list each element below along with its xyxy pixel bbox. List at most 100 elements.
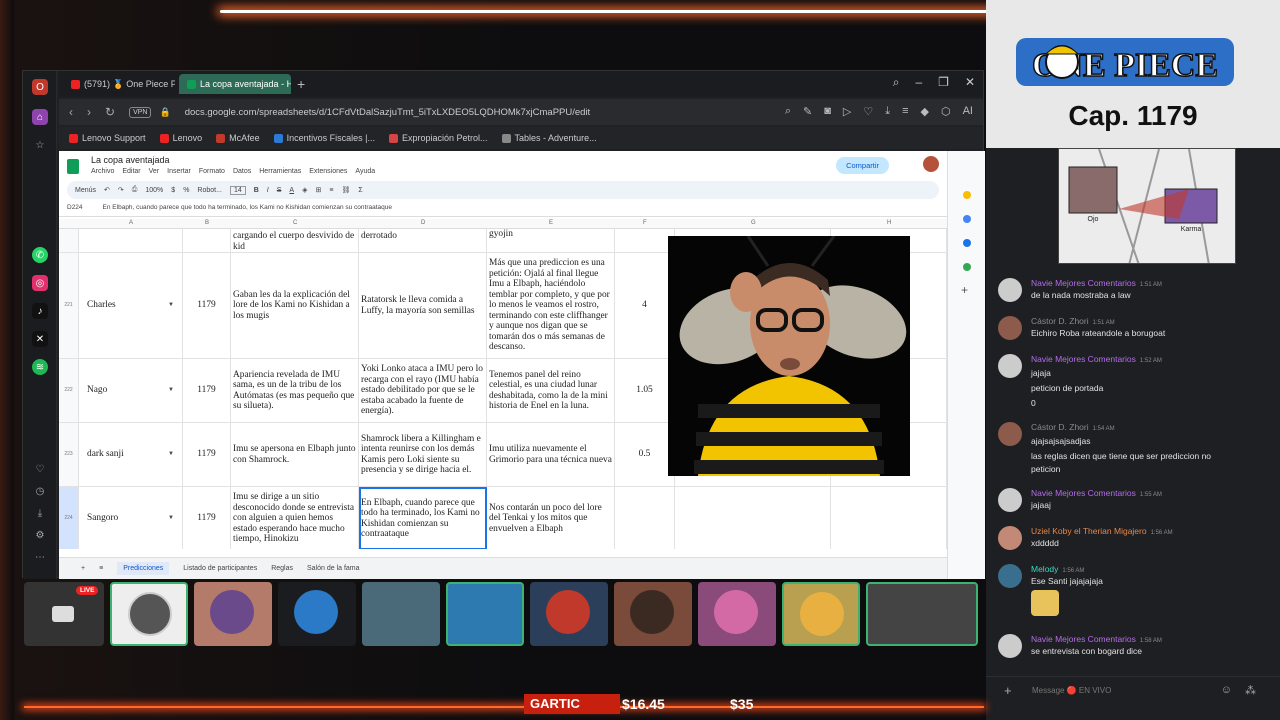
sheet-tab[interactable]: Listado de participantes xyxy=(183,565,257,572)
download-icon[interactable]: ⤓ xyxy=(885,105,890,118)
add-addon-icon[interactable]: + xyxy=(961,283,968,297)
bookmark[interactable]: McAfee xyxy=(216,133,260,143)
cam-tile[interactable] xyxy=(782,582,860,646)
bold-icon[interactable]: B xyxy=(254,187,259,194)
chapter-cell[interactable]: 1179 xyxy=(183,253,231,358)
prediction-cell[interactable]: Tenemos panel del reino celestial, es un… xyxy=(487,359,615,422)
chapter-cell[interactable]: 1179 xyxy=(183,423,231,486)
column-header[interactable]: A xyxy=(129,220,133,226)
formula-input[interactable]: En Elbaph, cuando parece que todo ha ter… xyxy=(103,204,392,211)
prediction-cell[interactable]: Imu utiliza nuevamente el Grimorio para … xyxy=(487,423,615,486)
settings-icon[interactable]: ⚙ xyxy=(32,527,48,543)
prediction-cell[interactable]: Imu se apersona en Elbaph junto con Sham… xyxy=(231,423,359,486)
redo-icon[interactable]: ↷ xyxy=(118,186,124,194)
cam-tile[interactable]: LIVE xyxy=(24,582,104,646)
score-cell[interactable]: 0.5 xyxy=(615,423,675,486)
row-number[interactable]: 224 xyxy=(59,487,79,549)
score-cell[interactable]: 1.05 xyxy=(615,359,675,422)
cam-tile[interactable] xyxy=(866,582,978,646)
all-sheets-icon[interactable]: ≡ xyxy=(99,565,103,572)
back-icon[interactable]: ‹ xyxy=(69,105,73,119)
close-button[interactable]: ✕ xyxy=(965,75,975,90)
bookmark[interactable]: Tables - Adventure... xyxy=(501,133,597,143)
row-number[interactable]: 221 xyxy=(59,253,79,358)
new-tab-button[interactable]: + xyxy=(297,76,305,92)
text-color-icon[interactable]: A xyxy=(289,187,294,194)
maps-icon[interactable] xyxy=(963,263,971,271)
cam-tile[interactable] xyxy=(614,582,692,646)
url-field[interactable]: docs.google.com/spreadsheets/d/1CFdVtDal… xyxy=(185,107,591,118)
prediction-cell[interactable]: Gaban les da la explicación del lore de … xyxy=(231,253,359,358)
cell[interactable]: cargando el cuerpo desvivido de kid xyxy=(231,229,359,252)
home-icon[interactable]: ⌂ xyxy=(32,109,48,125)
download-icon[interactable]: ⤓ xyxy=(32,505,48,521)
score-cell[interactable] xyxy=(615,487,675,549)
maximize-button[interactable]: ❐ xyxy=(938,75,949,90)
cam-tile[interactable] xyxy=(698,582,776,646)
minimize-button[interactable]: – xyxy=(915,75,922,90)
star-icon[interactable]: ☆ xyxy=(32,137,48,153)
cam-tile[interactable] xyxy=(110,582,188,646)
prediction-cell[interactable]: Ratatorsk le lleva comida a Luffy, la ma… xyxy=(359,253,487,358)
cube-icon[interactable]: ⬡ xyxy=(941,105,951,118)
column-header[interactable]: G xyxy=(751,220,756,226)
bookmark[interactable]: Incentivos Fiscales |... xyxy=(273,133,375,143)
avatar[interactable] xyxy=(998,564,1022,588)
column-header[interactable]: C xyxy=(293,220,297,226)
column-header[interactable]: F xyxy=(643,220,647,226)
print-icon[interactable]: ⎙ xyxy=(132,186,138,194)
document-title[interactable]: La copa aventajada xyxy=(91,155,170,165)
sheet-tab[interactable]: Predicciones xyxy=(117,562,170,575)
menu-item[interactable]: Insertar xyxy=(167,168,191,175)
message-input[interactable]: Message 🔴 EN VIVO xyxy=(1032,686,1111,695)
avatar[interactable] xyxy=(998,634,1022,658)
x-icon[interactable]: ✕ xyxy=(32,331,48,347)
prediction-cell[interactable]: Apariencia revelada de IMU sama, es un d… xyxy=(231,359,359,422)
bookmark[interactable]: Lenovo xyxy=(159,133,202,143)
forward-icon[interactable]: › xyxy=(87,105,91,119)
italic-icon[interactable]: I xyxy=(267,187,269,194)
contacts-icon[interactable] xyxy=(963,239,971,247)
cam-tile[interactable] xyxy=(194,582,272,646)
menu-item[interactable]: Editar xyxy=(122,168,140,175)
menu-icon[interactable]: ≡ xyxy=(902,105,908,118)
apps-icon[interactable]: ⁂ xyxy=(1245,684,1256,697)
menu-item[interactable]: Ayuda xyxy=(355,168,375,175)
prediction-cell[interactable]: Shamrock libera a Killingham e intenta r… xyxy=(359,423,487,486)
menu-item[interactable]: Formato xyxy=(199,168,225,175)
avatar[interactable] xyxy=(998,354,1022,378)
play-icon[interactable]: ▷ xyxy=(843,105,851,118)
reload-icon[interactable]: ↻ xyxy=(105,105,115,119)
prediction-cell[interactable]: Más que una prediccion es una petición: … xyxy=(487,253,615,358)
prediction-cell[interactable]: Yoki Lonko ataca a IMU pero lo recarga c… xyxy=(359,359,487,422)
column-header[interactable]: B xyxy=(205,220,209,226)
extension-icon[interactable]: ◆ xyxy=(921,105,929,118)
instagram-icon[interactable]: ◎ xyxy=(32,275,48,291)
sheet-tab[interactable]: Reglas xyxy=(271,565,293,572)
more-icon[interactable]: ⋯ xyxy=(32,549,48,565)
whatsapp-icon[interactable]: ✆ xyxy=(32,247,48,263)
menu-item[interactable]: Archivo xyxy=(91,168,114,175)
emoji-icon[interactable]: ☺ xyxy=(1221,684,1232,696)
align-icon[interactable]: ≡ xyxy=(329,187,333,194)
search-menus[interactable]: Menús xyxy=(75,187,96,194)
selected-prediction-cell[interactable]: En Elbaph, cuando parece que todo ha ter… xyxy=(359,487,487,549)
strikethrough-icon[interactable]: S xyxy=(277,187,282,194)
participant-cell[interactable]: dark sanji ▼ xyxy=(79,423,183,486)
camera-icon[interactable]: ◙ xyxy=(824,105,831,118)
cam-tile[interactable] xyxy=(362,582,440,646)
tasks-icon[interactable] xyxy=(963,215,971,223)
font-size-input[interactable]: 14 xyxy=(229,185,246,195)
bookmark[interactable]: Expropiación Petrol... xyxy=(388,133,488,143)
currency-icon[interactable]: $ xyxy=(171,187,175,194)
cam-tile[interactable] xyxy=(530,582,608,646)
column-header[interactable]: H xyxy=(887,220,891,226)
cam-tile[interactable] xyxy=(278,582,356,646)
avatar[interactable] xyxy=(998,422,1022,446)
column-header[interactable]: D xyxy=(421,220,425,226)
link-icon[interactable]: ⛓ xyxy=(341,186,350,194)
cam-tile[interactable] xyxy=(446,582,524,646)
avatar[interactable] xyxy=(998,526,1022,550)
cell[interactable]: derrotado xyxy=(359,229,487,252)
menu-item[interactable]: Datos xyxy=(233,168,251,175)
